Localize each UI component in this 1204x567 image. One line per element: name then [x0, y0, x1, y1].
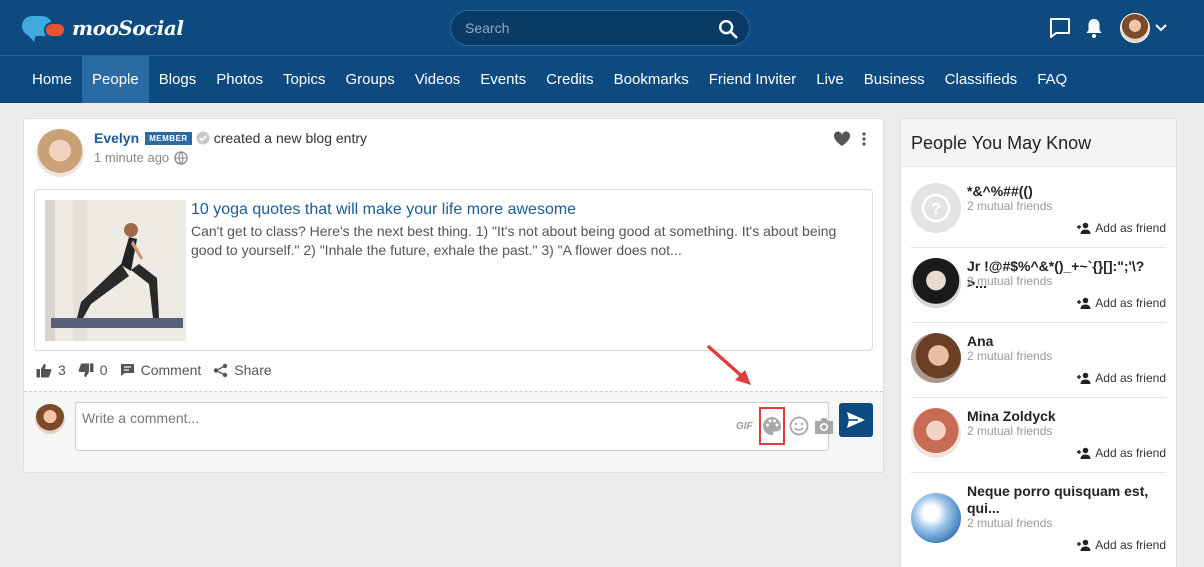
comment-input[interactable]	[82, 409, 722, 427]
person-name[interactable]: Neque porro quisquam est, qui...	[967, 483, 1163, 517]
add-user-icon	[1077, 539, 1091, 551]
blog-thumbnail[interactable]	[45, 200, 186, 341]
mutual-friends[interactable]: 2 mutual friends	[967, 424, 1052, 438]
people-item: ? *&^%##(() 2 mutual friends Add as frie…	[911, 173, 1166, 248]
placeholder-icon: ?	[921, 193, 951, 223]
nav-classifieds[interactable]: Classifieds	[935, 56, 1028, 103]
nav-events[interactable]: Events	[470, 56, 536, 103]
camera-icon[interactable]	[813, 416, 835, 436]
thumbs-up-icon	[36, 363, 52, 377]
share-button[interactable]: Share	[213, 362, 272, 378]
globe-icon[interactable]	[174, 150, 188, 165]
comment-icon	[120, 364, 134, 376]
comment-button[interactable]: Comment	[120, 362, 202, 378]
people-item: Neque porro quisquam est, qui... 2 mutua…	[911, 473, 1166, 565]
top-bar: mooSocial	[0, 0, 1204, 56]
search-input[interactable]	[465, 11, 705, 45]
people-item: Mina Zoldyck 2 mutual friends Add as fri…	[911, 398, 1166, 473]
nav-topics[interactable]: Topics	[273, 56, 336, 103]
member-badge: MEMBER	[145, 131, 192, 145]
chat-icon[interactable]	[1048, 16, 1072, 40]
person-avatar[interactable]	[911, 408, 961, 458]
person-avatar[interactable]: ?	[911, 183, 961, 233]
like-count: 3	[58, 362, 66, 378]
add-friend-button[interactable]: Add as friend	[1077, 296, 1166, 310]
nav-friend-inviter[interactable]: Friend Inviter	[699, 56, 807, 103]
logo-text: mooSocial	[72, 16, 184, 40]
nav-credits[interactable]: Credits	[536, 56, 604, 103]
post-timestamp[interactable]: 1 minute ago	[94, 150, 169, 165]
send-icon	[847, 412, 865, 428]
verified-icon	[196, 131, 210, 145]
add-user-icon	[1077, 372, 1091, 384]
highlight-box	[758, 407, 785, 445]
comment-label: Comment	[140, 362, 202, 378]
people-item: Jr !@#$%^&*()_+~`{}[]:";'\?>... 2 mutual…	[911, 248, 1166, 323]
add-friend-button[interactable]: Add as friend	[1077, 538, 1166, 552]
person-name[interactable]: *&^%##(()	[967, 183, 1163, 200]
svg-text:?: ?	[931, 201, 941, 218]
nav-business[interactable]: Business	[854, 56, 935, 103]
mutual-friends[interactable]: 2 mutual friends	[967, 516, 1052, 530]
search-bar[interactable]	[450, 10, 750, 46]
nav-live[interactable]: Live	[806, 56, 854, 103]
add-friend-button[interactable]: Add as friend	[1077, 221, 1166, 235]
comment-box[interactable]: GIF	[75, 402, 833, 451]
like-button[interactable]: 3	[36, 362, 66, 378]
person-avatar[interactable]	[911, 258, 961, 308]
send-button[interactable]	[839, 403, 873, 437]
nav-videos[interactable]: Videos	[405, 56, 471, 103]
dislike-count: 0	[99, 362, 108, 378]
author-avatar[interactable]	[36, 129, 84, 177]
main-nav: Home People Blogs Photos Topics Groups V…	[0, 56, 1204, 103]
people-item: Ana 2 mutual friends Add as friend	[911, 323, 1166, 398]
author-name[interactable]: Evelyn	[94, 130, 139, 146]
logo-icon	[22, 14, 68, 42]
nav-groups[interactable]: Groups	[336, 56, 405, 103]
gif-button[interactable]: GIF	[736, 421, 753, 432]
share-icon	[214, 363, 228, 377]
nav-blogs[interactable]: Blogs	[149, 56, 207, 103]
nav-bookmarks[interactable]: Bookmarks	[604, 56, 699, 103]
blog-preview[interactable]: 10 yoga quotes that will make your life …	[34, 189, 873, 351]
person-avatar[interactable]	[911, 333, 961, 383]
emoji-icon[interactable]	[789, 416, 809, 436]
person-name[interactable]: Mina Zoldyck	[967, 408, 1163, 425]
moosocial-logo[interactable]: mooSocial	[22, 14, 184, 42]
share-label: Share	[234, 362, 272, 378]
bell-icon[interactable]	[1082, 16, 1106, 40]
nav-home[interactable]: Home	[22, 56, 82, 103]
chevron-down-icon[interactable]	[1154, 21, 1168, 35]
nav-photos[interactable]: Photos	[206, 56, 273, 103]
blog-title[interactable]: 10 yoga quotes that will make your life …	[191, 201, 576, 219]
search-icon[interactable]	[717, 18, 739, 40]
comment-composer: GIF	[24, 392, 883, 472]
person-name[interactable]: Ana	[967, 333, 1163, 350]
mutual-friends[interactable]: 2 mutual friends	[967, 349, 1052, 363]
user-avatar[interactable]	[1120, 13, 1150, 43]
nav-faq[interactable]: FAQ	[1027, 56, 1077, 103]
dislike-button[interactable]: 0	[78, 362, 108, 378]
add-user-icon	[1077, 222, 1091, 234]
widget-title: People You May Know	[901, 119, 1176, 167]
more-options-icon[interactable]	[857, 131, 871, 147]
mutual-friends[interactable]: 2 mutual friends	[967, 274, 1052, 288]
post-action-text: created a new blog entry	[213, 130, 368, 146]
mutual-friends[interactable]: 2 mutual friends	[967, 199, 1052, 213]
add-user-icon	[1077, 297, 1091, 309]
add-friend-button[interactable]: Add as friend	[1077, 446, 1166, 460]
add-friend-button[interactable]: Add as friend	[1077, 371, 1166, 385]
person-avatar[interactable]	[911, 493, 961, 543]
add-user-icon	[1077, 447, 1091, 459]
commenter-avatar	[35, 404, 65, 434]
people-you-may-know-widget: People You May Know ? *&^%##(() 2 mutual…	[900, 118, 1177, 567]
annotation-arrow	[707, 345, 751, 385]
thumbs-down-icon	[78, 363, 94, 377]
heart-icon[interactable]	[833, 131, 851, 147]
activity-post: Evelyn MEMBER created a new blog entry 1…	[23, 118, 884, 473]
nav-people[interactable]: People	[82, 56, 149, 103]
blog-excerpt: Can't get to class? Here's the next best…	[191, 223, 837, 258]
palette-icon[interactable]	[762, 416, 782, 436]
